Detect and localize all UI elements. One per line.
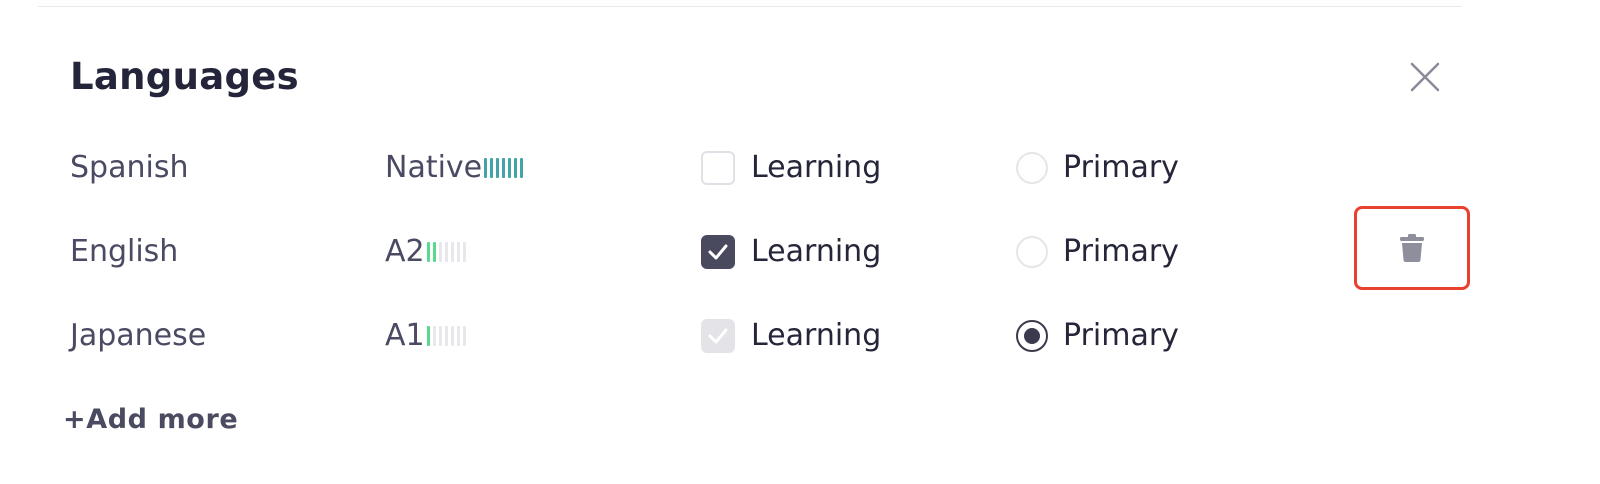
level-bar [444, 326, 448, 346]
level-bar [426, 326, 430, 346]
language-row-japanese: Japanese A1 Learning Primary [0, 306, 1600, 366]
close-icon [1410, 62, 1440, 92]
primary-radio[interactable] [1016, 320, 1048, 352]
level-bar [502, 158, 506, 178]
delete-language-button[interactable] [1354, 206, 1470, 290]
primary-radio[interactable] [1016, 152, 1048, 184]
level-indicator: A2 [385, 222, 469, 282]
level-bar [514, 158, 518, 178]
learning-checkbox[interactable] [701, 151, 735, 185]
level-text: A1 [385, 318, 425, 353]
level-bar [462, 326, 466, 346]
level-bar [450, 242, 454, 262]
level-bar [444, 242, 448, 262]
level-bar [456, 242, 460, 262]
level-indicator: A1 [385, 306, 469, 366]
add-more-button[interactable]: +Add more [63, 400, 238, 440]
language-name: Japanese [70, 318, 207, 353]
level-bar [426, 242, 430, 262]
level-bars [484, 158, 526, 178]
primary-radio[interactable] [1016, 236, 1048, 268]
level-indicator: Native [385, 138, 526, 198]
level-bar [438, 242, 442, 262]
learning-label: Learning [751, 234, 882, 269]
learning-checkbox[interactable] [701, 235, 735, 269]
level-text: Native [385, 150, 483, 185]
level-bar [462, 242, 466, 262]
level-bars [426, 242, 469, 262]
level-bar [496, 158, 500, 178]
page-title: Languages [70, 55, 299, 98]
language-name: English [70, 234, 179, 269]
level-bar [438, 326, 442, 346]
checkmark-icon [708, 244, 728, 260]
learning-checkbox[interactable] [701, 319, 735, 353]
level-text: A2 [385, 234, 425, 269]
language-name: Spanish [70, 150, 189, 185]
level-bar [432, 242, 436, 262]
close-button[interactable] [1402, 56, 1446, 100]
language-row-spanish: Spanish Native Learning Primary [0, 138, 1600, 198]
primary-label: Primary [1063, 150, 1179, 185]
learning-label: Learning [751, 150, 882, 185]
level-bar [450, 326, 454, 346]
level-bar [520, 158, 524, 178]
level-bar [508, 158, 512, 178]
level-bar [456, 326, 460, 346]
top-divider [38, 6, 1462, 7]
learning-label: Learning [751, 318, 882, 353]
primary-label: Primary [1063, 318, 1179, 353]
level-bar [484, 158, 488, 178]
level-bar [432, 326, 436, 346]
checkmark-icon [708, 328, 728, 344]
primary-label: Primary [1063, 234, 1179, 269]
level-bars [426, 326, 469, 346]
level-bar [490, 158, 494, 178]
trash-icon [1400, 234, 1424, 262]
